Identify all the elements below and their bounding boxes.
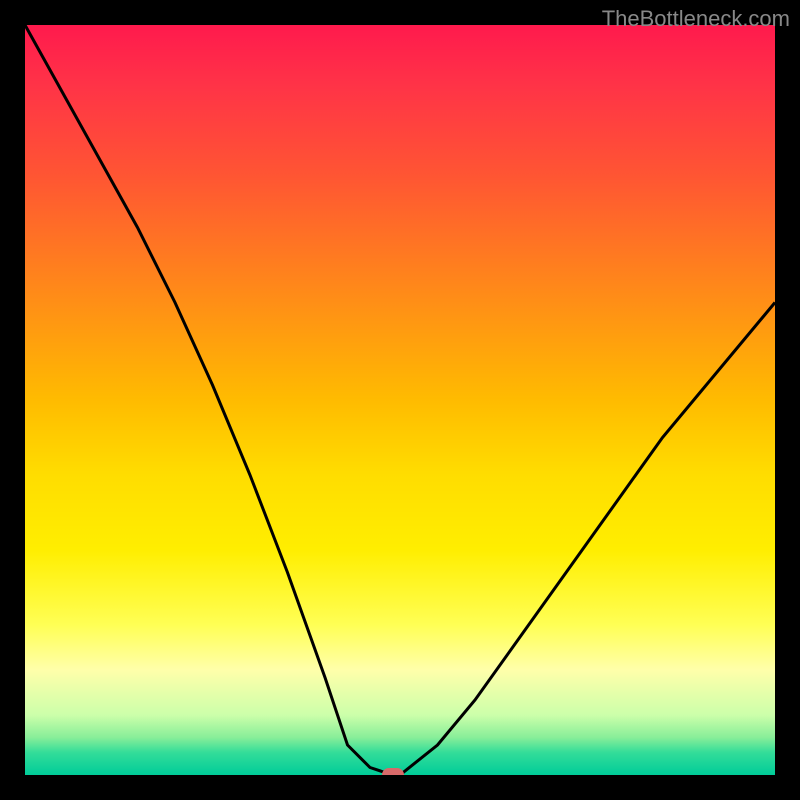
watermark-text: TheBottleneck.com (602, 6, 790, 32)
plot-area (25, 25, 775, 775)
bottleneck-curve (25, 25, 775, 775)
chart-container: TheBottleneck.com (0, 0, 800, 800)
optimal-point-marker (382, 768, 404, 775)
